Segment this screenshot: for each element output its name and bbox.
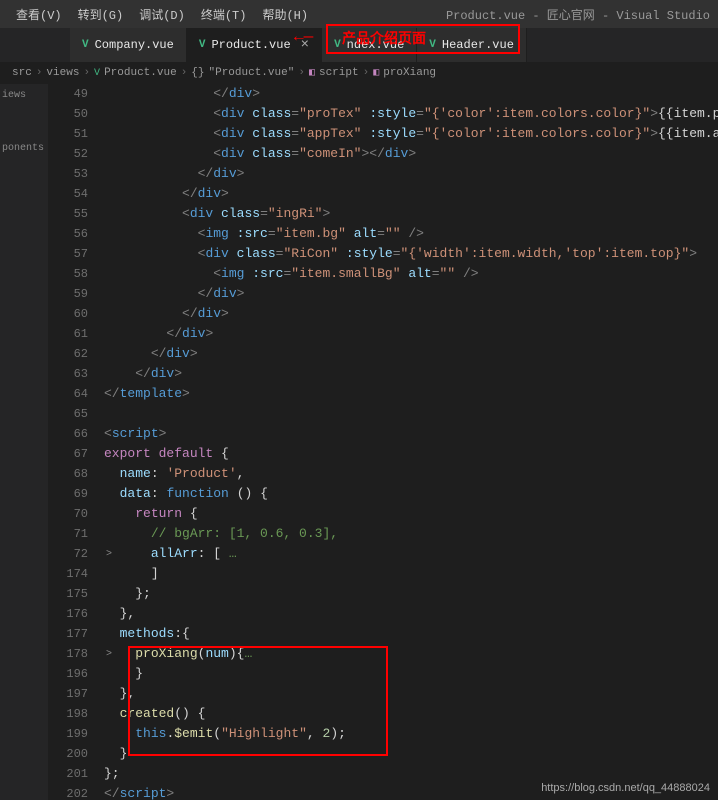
block-icon: ◧ [373, 67, 379, 79]
crumb[interactable]: "Product.vue" [209, 67, 295, 79]
vue-icon: V [429, 39, 436, 51]
code-content[interactable]: </div> <div class="proTex" :style="{'col… [104, 84, 718, 800]
chevron-right-icon: › [36, 67, 43, 79]
tab-company[interactable]: V Company.vue [70, 28, 187, 62]
vue-icon: V [199, 39, 206, 51]
menu-goto[interactable]: 转到(G) [70, 6, 132, 23]
fold-icon[interactable]: > [106, 549, 112, 560]
menu-debug[interactable]: 调试(D) [131, 6, 193, 23]
sidebar-item[interactable]: ponents [0, 137, 48, 160]
crumb[interactable]: views [46, 67, 79, 79]
chevron-right-icon: › [363, 67, 370, 79]
menubar: 查看(V) 转到(G) 调试(D) 终端(T) 帮助(H) Product.vu… [0, 0, 718, 28]
code-editor[interactable]: 4950515253545556575859606162636465666768… [48, 84, 718, 800]
annotation-arrow-icon: ←— [294, 28, 313, 46]
menu-terminal[interactable]: 终端(T) [193, 6, 255, 23]
chevron-right-icon: › [83, 67, 90, 79]
breadcrumb[interactable]: src › views › V Product.vue › {} "Produc… [0, 62, 718, 84]
tab-label: Company.vue [95, 38, 174, 52]
tab-label: Product.vue [211, 38, 290, 52]
tab-header[interactable]: V Header.vue [417, 28, 527, 62]
vue-icon: V [82, 39, 89, 51]
vue-icon: V [334, 39, 341, 51]
annotation-text: 产品介绍页面 [342, 28, 426, 48]
crumb[interactable]: proXiang [383, 67, 436, 79]
line-numbers: 4950515253545556575859606162636465666768… [48, 84, 104, 800]
sidebar-item[interactable]: iews [0, 84, 48, 107]
menu-view[interactable]: 查看(V) [8, 6, 70, 23]
tab-label: Header.vue [442, 38, 514, 52]
crumb[interactable]: script [319, 67, 359, 79]
menu-help[interactable]: 帮助(H) [254, 6, 316, 23]
crumb[interactable]: {} [191, 67, 204, 79]
crumb[interactable]: Product.vue [104, 67, 177, 79]
vue-icon: V [94, 68, 100, 79]
watermark: https://blog.csdn.net/qq_44888024 [541, 782, 710, 794]
block-icon: ◧ [309, 67, 315, 79]
sidebar: iews ponents [0, 84, 48, 800]
crumb[interactable]: src [12, 67, 32, 79]
chevron-right-icon: › [298, 67, 305, 79]
window-title: Product.vue - 匠心官网 - Visual Studio [446, 6, 710, 23]
fold-icon[interactable]: > [106, 649, 112, 660]
chevron-right-icon: › [181, 67, 188, 79]
